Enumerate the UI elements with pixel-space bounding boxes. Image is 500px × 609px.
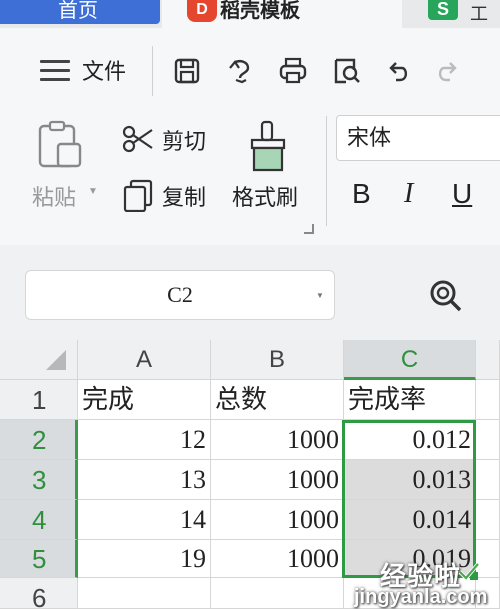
- spreadsheet-logo-icon[interactable]: S: [428, 0, 458, 20]
- revert-icon[interactable]: [226, 56, 256, 86]
- tab-workbook[interactable]: 工: [470, 0, 488, 26]
- row-header-2[interactable]: 2: [0, 420, 78, 460]
- select-all-corner[interactable]: [0, 340, 78, 380]
- copy-icon[interactable]: [122, 178, 154, 213]
- paste-dropdown-arrow-icon[interactable]: ▼: [88, 186, 98, 197]
- cell-d3[interactable]: [476, 460, 500, 500]
- format-painter-button[interactable]: 格式刷: [232, 180, 298, 212]
- cell-b2[interactable]: 1000: [211, 420, 344, 460]
- copy-button[interactable]: 复制: [162, 180, 206, 212]
- tab-home[interactable]: 首页: [0, 0, 160, 24]
- cell-d4[interactable]: [476, 500, 500, 540]
- save-icon[interactable]: [172, 56, 202, 86]
- redo-icon[interactable]: [432, 56, 462, 86]
- select-all-triangle-icon: [46, 350, 66, 370]
- watermark-url: jingyanla.com: [354, 586, 488, 608]
- cell-a1[interactable]: 完成: [78, 380, 211, 420]
- cell-c1[interactable]: 完成率: [344, 380, 476, 420]
- cell-b3[interactable]: 1000: [211, 460, 344, 500]
- cell-d2[interactable]: [476, 420, 500, 460]
- name-box[interactable]: C2: [25, 270, 335, 320]
- print-preview-icon[interactable]: [332, 56, 362, 86]
- paste-icon[interactable]: [36, 118, 84, 170]
- cell-a6[interactable]: [78, 578, 211, 609]
- font-name-select[interactable]: 宋体: [336, 115, 500, 161]
- row-header-6[interactable]: 6: [0, 578, 78, 609]
- file-menu[interactable]: 文件: [82, 54, 126, 86]
- selection-border: [342, 420, 476, 578]
- row-header-5[interactable]: 5: [0, 540, 78, 578]
- italic-button[interactable]: I: [404, 178, 413, 210]
- docer-logo-icon: D: [187, 0, 217, 22]
- cell-b4[interactable]: 1000: [211, 500, 344, 540]
- hamburger-menu-icon[interactable]: [40, 60, 70, 82]
- cell-d1[interactable]: [476, 380, 500, 420]
- bold-button[interactable]: B: [352, 178, 371, 210]
- ribbon-divider: [326, 116, 327, 226]
- cell-a5[interactable]: 19: [78, 540, 211, 578]
- clipboard-dialog-launcher-icon[interactable]: [304, 224, 314, 234]
- column-header-c[interactable]: C: [344, 340, 476, 380]
- cell-a3[interactable]: 13: [78, 460, 211, 500]
- undo-icon[interactable]: [384, 56, 414, 86]
- column-header-b[interactable]: B: [211, 340, 344, 380]
- cell-b6[interactable]: [211, 578, 344, 609]
- row-header-3[interactable]: 3: [0, 460, 78, 500]
- cell-a4[interactable]: 14: [78, 500, 211, 540]
- print-icon[interactable]: [278, 56, 308, 86]
- format-painter-icon[interactable]: [244, 118, 294, 174]
- cell-b1[interactable]: 总数: [211, 380, 344, 420]
- cut-button[interactable]: 剪切: [162, 124, 206, 156]
- check-icon: [458, 562, 480, 582]
- cell-b5[interactable]: 1000: [211, 540, 344, 578]
- row-header-4[interactable]: 4: [0, 500, 78, 540]
- scissors-icon[interactable]: [122, 124, 154, 154]
- column-header-a[interactable]: A: [78, 340, 211, 380]
- cell-a2[interactable]: 12: [78, 420, 211, 460]
- column-header-d[interactable]: [476, 340, 500, 380]
- row-header-1[interactable]: 1: [0, 380, 78, 420]
- find-icon[interactable]: [426, 276, 466, 316]
- toolbar-divider: [152, 46, 153, 96]
- underline-button[interactable]: U: [452, 178, 472, 210]
- chevron-down-icon[interactable]: ▼: [316, 291, 324, 300]
- paste-button[interactable]: 粘贴: [32, 180, 76, 212]
